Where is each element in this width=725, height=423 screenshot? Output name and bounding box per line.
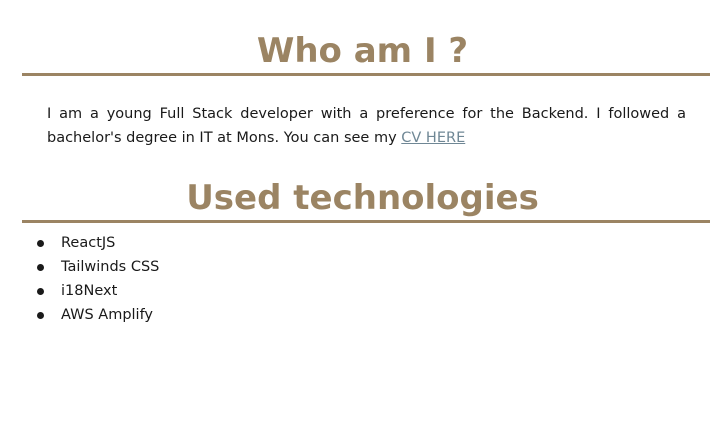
bullet-icon <box>37 264 44 271</box>
list-item: i18Next <box>0 279 725 303</box>
list-item: AWS Amplify <box>0 303 725 327</box>
technologies-section: Used technologies ReactJS Tailwinds CSS … <box>0 150 725 327</box>
list-item: ReactJS <box>0 231 725 255</box>
technologies-divider <box>22 220 710 223</box>
bullet-icon <box>37 288 44 295</box>
technology-label: Tailwinds CSS <box>61 259 160 275</box>
technology-label: i18Next <box>61 283 118 299</box>
page: Who am I ? I am a young Full Stack devel… <box>0 0 725 423</box>
about-title: Who am I ? <box>256 31 469 71</box>
bullet-icon <box>37 240 44 247</box>
technologies-list: ReactJS Tailwinds CSS i18Next AWS Amplif… <box>0 231 725 327</box>
about-divider <box>22 73 710 76</box>
about-section: Who am I ? I am a young Full Stack devel… <box>0 0 725 150</box>
cv-link[interactable]: CV HERE <box>401 130 465 146</box>
about-paragraph: I am a young Full Stack developer with a… <box>47 102 686 150</box>
technology-label: ReactJS <box>61 235 116 251</box>
bullet-icon <box>37 312 44 319</box>
about-text: I am a young Full Stack developer with a… <box>47 106 686 146</box>
technologies-title: Used technologies <box>186 178 539 218</box>
list-item: Tailwinds CSS <box>0 255 725 279</box>
technology-label: AWS Amplify <box>61 307 154 323</box>
